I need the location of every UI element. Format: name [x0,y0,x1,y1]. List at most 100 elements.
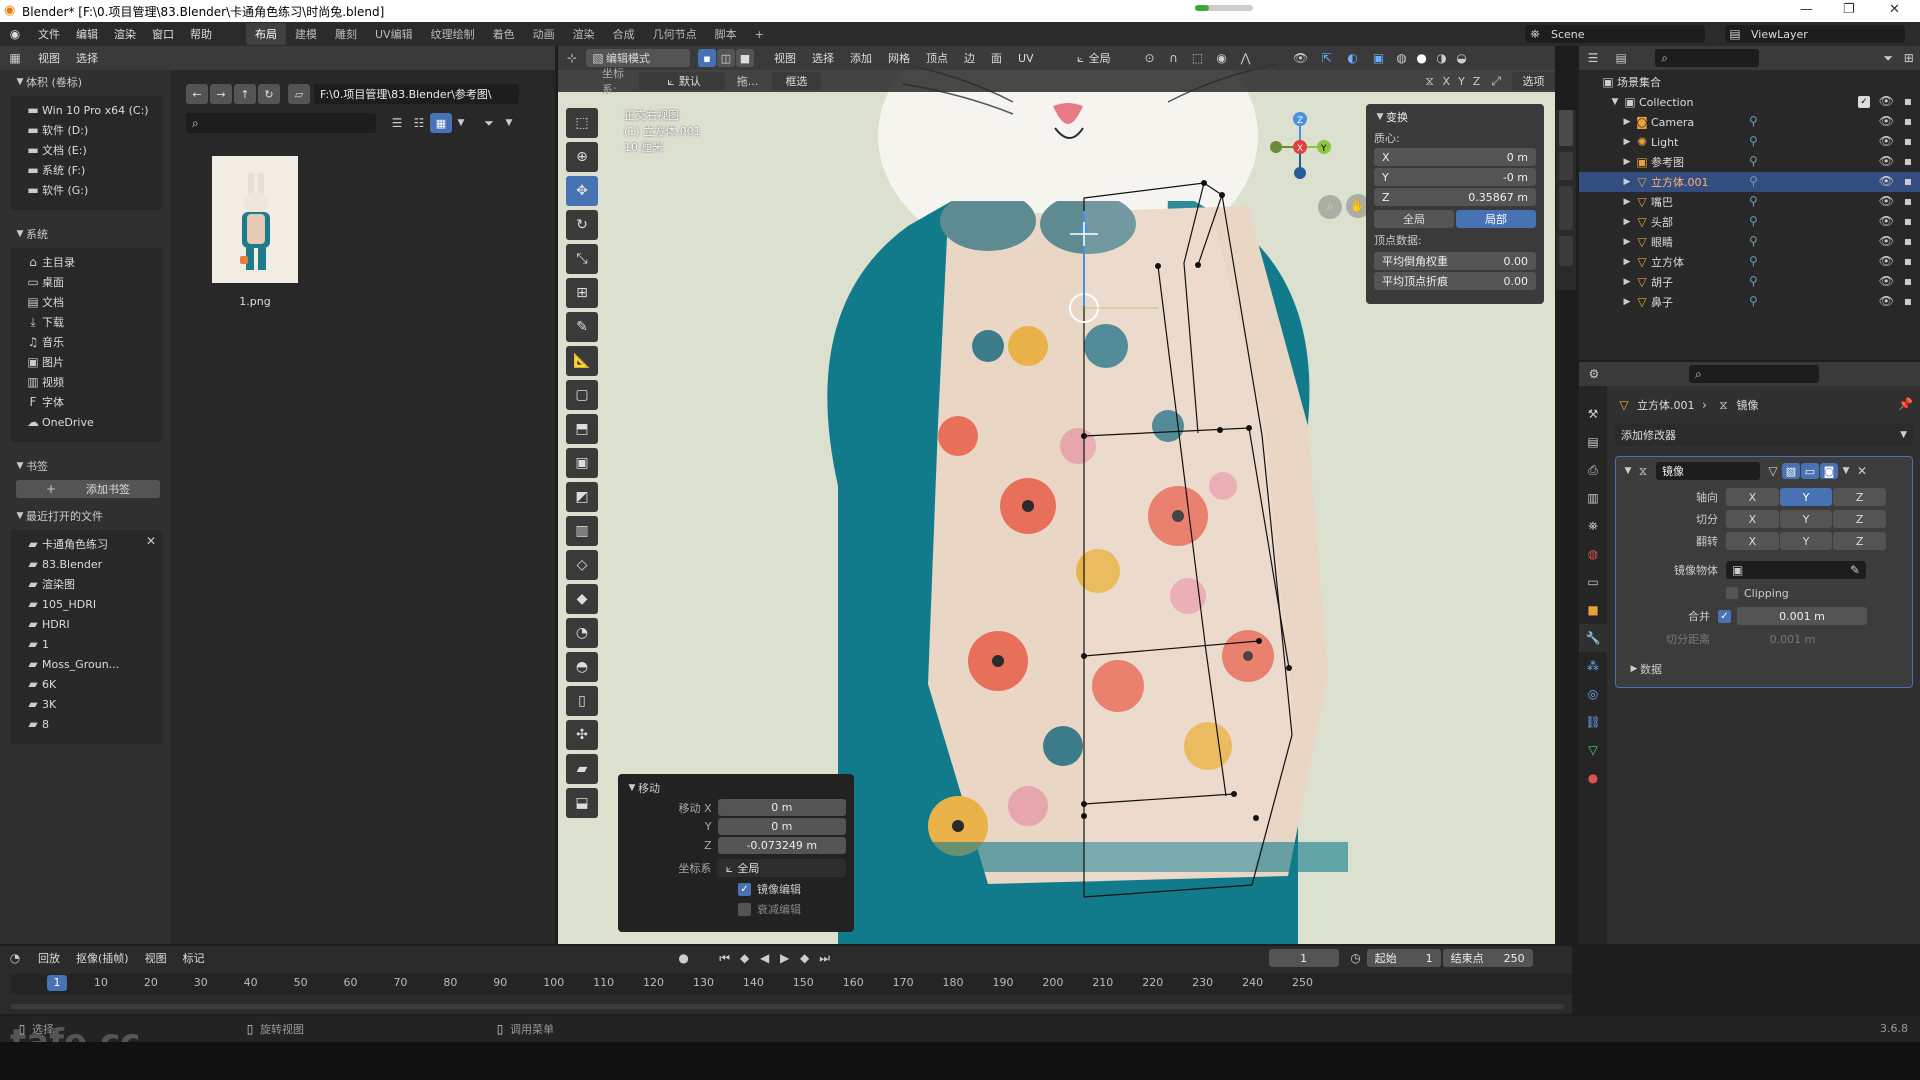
tool-tab-icon[interactable]: ⚒ [1579,400,1607,428]
overlay-icon[interactable]: ◐ [1340,51,1366,65]
menu-edit[interactable]: 编辑 [68,26,106,42]
pin-icon[interactable]: 📌 [1898,397,1913,411]
coord-selector[interactable]: ⟀ 默认 [638,72,725,90]
edge-slide-icon[interactable]: ▯ [566,686,598,716]
menu-file[interactable]: 文件 [30,26,68,42]
transform-icon[interactable]: ⊞ [566,278,598,308]
expand-arrow-icon[interactable]: ▶ [1621,297,1633,307]
flip-z-toggle[interactable]: Z [1833,532,1887,550]
axis-y-toggle[interactable]: Y [1779,488,1833,506]
bisect-z-toggle[interactable]: Z [1833,510,1887,528]
shrink-fatten-icon[interactable]: ✣ [566,720,598,750]
move-coord-selector[interactable]: ⟀ 全局 [717,859,846,877]
world-tab-icon[interactable]: ◍ [1579,540,1607,568]
menu-mesh[interactable]: 网格 [880,50,918,66]
outliner-item[interactable]: ▶ ▽ 眼睛 ⚲ 👁 ▪ [1579,232,1920,252]
jump-end-icon[interactable]: ⏭ [815,951,835,966]
visibility-icon[interactable]: 👁 [1288,51,1314,65]
add-modifier-menu[interactable]: 添加修改器 ▼ [1615,424,1913,446]
menu-window[interactable]: 窗口 [144,26,182,42]
axis-x-toggle[interactable]: X [1443,75,1451,88]
vertex-select-icon[interactable]: ▪ [698,49,716,67]
axis-z-toggle[interactable]: Z [1473,75,1481,88]
tab-scripting[interactable]: 脚本 [706,23,746,45]
poly-build-icon[interactable]: ◆ [566,584,598,614]
current-frame-field[interactable]: 1 [1268,949,1339,967]
camera-toggle-icon[interactable]: ▪ [1904,114,1912,128]
median-x-field[interactable]: X0 m [1374,148,1536,166]
eye-icon[interactable]: 👁 [1879,274,1894,288]
topology-mirror-icon[interactable]: ⤢ [1486,74,1506,89]
rip-icon[interactable]: ⬓ [566,788,598,818]
proportional-checkbox[interactable] [738,902,751,916]
bevel-icon[interactable]: ◩ [566,482,598,512]
outliner-item[interactable]: ▶ ▽ 头部 ⚲ 👁 ▪ [1579,212,1920,232]
list-item[interactable]: ▣ 图片 [24,352,154,372]
outliner-item[interactable]: ▶ ▽ 嘴巴 ⚲ 👁 ▪ [1579,192,1920,212]
menu-help[interactable]: 帮助 [182,26,220,42]
menu-edge[interactable]: 边 [956,50,983,66]
list-item[interactable]: F 字体 [24,392,154,412]
annotate-icon[interactable]: ✎ [566,312,598,342]
camera-toggle-icon[interactable]: ▪ [1904,254,1912,268]
scene-tab-icon[interactable]: ⛯ [1579,512,1607,540]
start-frame-field[interactable]: 起始 1 [1366,949,1441,967]
move-icon[interactable]: ✥ [566,176,598,206]
cursor-icon[interactable]: ⊕ [566,142,598,172]
loop-cut-icon[interactable]: ▥ [566,516,598,546]
camera-toggle-icon[interactable]: ▪ [1904,134,1912,148]
outliner-item[interactable]: ▶ ▽ 鼻子 ⚲ 👁 ▪ [1579,292,1920,312]
timeline-scrollbar[interactable] [10,1004,1564,1009]
editor-type-icon[interactable]: ▦ [0,51,30,65]
outliner-item[interactable]: ▶ ◙ Camera ⚲ 👁 ▪ [1579,112,1920,132]
axis-x-toggle[interactable]: X [1726,488,1779,506]
list-item[interactable]: ▬ 系统 (F:) [24,160,154,180]
shear-icon[interactable]: ▰ [566,754,598,784]
rendered-shading-icon[interactable]: ◒ [1452,51,1472,65]
list-item[interactable]: ▰ 83.Blender [24,554,154,574]
outliner-item[interactable]: ▶ ▽ 立方体.001 ⚲ 👁 ▪ [1579,172,1920,192]
minimize-button[interactable]: — [1800,2,1813,17]
playhead[interactable]: 1 [47,975,67,991]
mirror-object-field[interactable]: ▣ ✎ [1726,561,1866,579]
particles-tab-icon[interactable]: ⁂ [1579,652,1607,680]
proportional-icon[interactable]: ◉ [1210,51,1234,65]
knife-icon[interactable]: ◇ [566,550,598,580]
camera-toggle-icon[interactable]: ▪ [1904,174,1912,188]
chevron-down-icon[interactable]: ▼ [1838,466,1854,476]
edit-mode-toggle-icon[interactable]: ▽ [1764,464,1782,478]
constraints-tab-icon[interactable]: ⛓ [1579,708,1607,736]
eye-icon[interactable]: 👁 [1879,234,1894,248]
list-item[interactable]: ▰ HDRI [24,614,154,634]
menu-view[interactable]: 视图 [766,50,804,66]
xray-icon[interactable]: ▣ [1366,51,1392,65]
tab-sculpting[interactable]: 雕刻 [326,23,366,45]
expand-arrow-icon[interactable]: ▶ [1621,137,1633,147]
eye-icon[interactable]: 👁 [1879,94,1894,108]
list-view-icon[interactable]: ☰ [386,116,408,130]
path-field[interactable]: F:\0.项目管理\83.Blender\参考图\ [314,84,519,104]
merge-checkbox[interactable]: ✓ [1718,609,1731,623]
add-cube-icon[interactable]: ▢ [566,380,598,410]
collapse-arrow-icon[interactable]: ▼ [1374,112,1386,122]
snap-icon[interactable]: ∩ [1162,51,1186,65]
eye-icon[interactable]: 👁 [1879,114,1894,128]
list-item[interactable]: ▰ 渲染图 [24,574,154,594]
menu-view[interactable]: 视图 [137,950,175,966]
menu-face[interactable]: 面 [983,50,1010,66]
play-reverse-icon[interactable]: ◀ [755,951,775,965]
flip-y-toggle[interactable]: Y [1779,532,1833,550]
add-bookmark-button[interactable]: + 添加书签 [16,480,160,498]
chevron-down-icon[interactable]: ▼ [500,118,518,128]
chevron-down-icon[interactable]: ▼ [452,118,470,128]
axis-y-toggle[interactable]: Y [1458,75,1465,88]
camera-toggle-icon[interactable]: ▪ [1904,94,1912,108]
expand-arrow-icon[interactable]: ▶ [1621,277,1633,287]
editor-type-icon[interactable]: ◔ [0,951,30,965]
expand-arrow-icon[interactable]: ▶ [1621,197,1633,207]
data-tab-icon[interactable]: ▽ [1579,736,1607,764]
list-item[interactable]: ▭ 桌面 [24,272,154,292]
tab-modeling[interactable]: 建模 [286,23,326,45]
measure-icon[interactable]: 📐 [566,346,598,376]
transform-orientation-selector[interactable]: ⟀ 全局 [1051,49,1132,67]
